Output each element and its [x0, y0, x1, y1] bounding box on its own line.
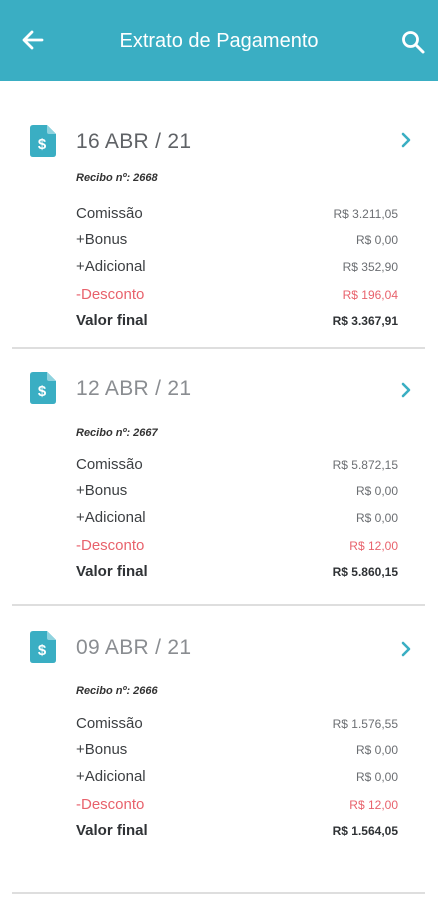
divider — [12, 347, 425, 349]
row-label: +Adicional — [76, 509, 146, 526]
row-value: R$ 0,00 — [355, 233, 398, 247]
row-label: +Bonus — [76, 231, 128, 248]
row-value: R$ 0,00 — [355, 770, 398, 784]
chevron-right-icon[interactable] — [398, 132, 414, 148]
row-label: Comissão — [76, 715, 143, 732]
additional-row: +Adicional R$ 0,00 — [76, 508, 398, 528]
row-value: R$ 5.872,15 — [332, 458, 398, 472]
svg-text:$: $ — [38, 642, 47, 659]
row-value: R$ 3.211,05 — [333, 207, 399, 221]
app-screen: Extrato de Pagamento $ 16 ABR / 21 Recib… — [0, 0, 438, 900]
chevron-right-icon[interactable] — [398, 382, 414, 398]
discount-row: -Desconto R$ 12,00 — [76, 795, 398, 815]
bonus-row: +Bonus R$ 0,00 — [76, 230, 398, 250]
row-value: R$ 0,00 — [355, 484, 398, 498]
row-value: R$ 196,04 — [342, 288, 398, 302]
row-label: +Adicional — [76, 768, 146, 785]
divider — [12, 604, 425, 606]
document-dollar-icon: $ — [30, 631, 56, 663]
row-label: Comissão — [76, 456, 143, 473]
row-label: -Desconto — [76, 286, 145, 303]
discount-row: -Desconto R$ 196,04 — [76, 285, 398, 305]
commission-row: Comissão R$ 1.576,55 — [76, 714, 398, 734]
row-value: R$ 1.576,55 — [332, 717, 398, 731]
final-value-row: Valor final R$ 3.367,91 — [76, 311, 398, 331]
additional-row: +Adicional R$ 0,00 — [76, 767, 398, 787]
svg-text:$: $ — [38, 136, 47, 153]
row-label: Comissão — [76, 205, 143, 222]
divider — [12, 892, 425, 894]
bonus-row: +Bonus R$ 0,00 — [76, 481, 398, 501]
statement-date: 12 ABR / 21 — [76, 377, 192, 400]
row-value: R$ 0,00 — [355, 511, 398, 525]
receipt-number: Recibo nº: 2666 — [76, 685, 158, 697]
row-label: -Desconto — [76, 537, 145, 554]
row-label: Valor final — [76, 563, 148, 580]
app-header: Extrato de Pagamento — [0, 0, 438, 81]
page-title: Extrato de Pagamento — [119, 30, 319, 52]
row-label: Valor final — [76, 312, 148, 329]
row-label: +Bonus — [76, 482, 128, 499]
row-value: R$ 12,00 — [349, 798, 398, 812]
commission-row: Comissão R$ 3.211,05 — [76, 204, 398, 224]
document-dollar-icon: $ — [30, 372, 56, 404]
additional-row: +Adicional R$ 352,90 — [76, 257, 398, 277]
row-label: Valor final — [76, 822, 148, 839]
receipt-number: Recibo nº: 2668 — [76, 172, 158, 184]
final-value-row: Valor final R$ 5.860,15 — [76, 562, 398, 582]
document-dollar-icon: $ — [30, 125, 56, 157]
commission-row: Comissão R$ 5.872,15 — [76, 455, 398, 475]
bonus-row: +Bonus R$ 0,00 — [76, 740, 398, 760]
receipt-number: Recibo nº: 2667 — [76, 427, 158, 439]
row-value: R$ 1.564,05 — [332, 824, 398, 838]
row-value: R$ 3.367,91 — [332, 314, 398, 328]
discount-row: -Desconto R$ 12,00 — [76, 536, 398, 556]
row-label: +Bonus — [76, 741, 128, 758]
chevron-right-icon[interactable] — [398, 641, 414, 657]
row-value: R$ 12,00 — [349, 539, 398, 553]
row-value: R$ 5.860,15 — [332, 565, 398, 579]
svg-text:$: $ — [38, 383, 47, 400]
row-value: R$ 352,90 — [342, 260, 398, 274]
final-value-row: Valor final R$ 1.564,05 — [76, 821, 398, 841]
statement-date: 09 ABR / 21 — [76, 636, 192, 659]
row-value: R$ 0,00 — [355, 743, 398, 757]
statement-date: 16 ABR / 21 — [76, 130, 192, 153]
row-label: -Desconto — [76, 796, 145, 813]
search-icon[interactable] — [400, 29, 426, 55]
row-label: +Adicional — [76, 258, 146, 275]
